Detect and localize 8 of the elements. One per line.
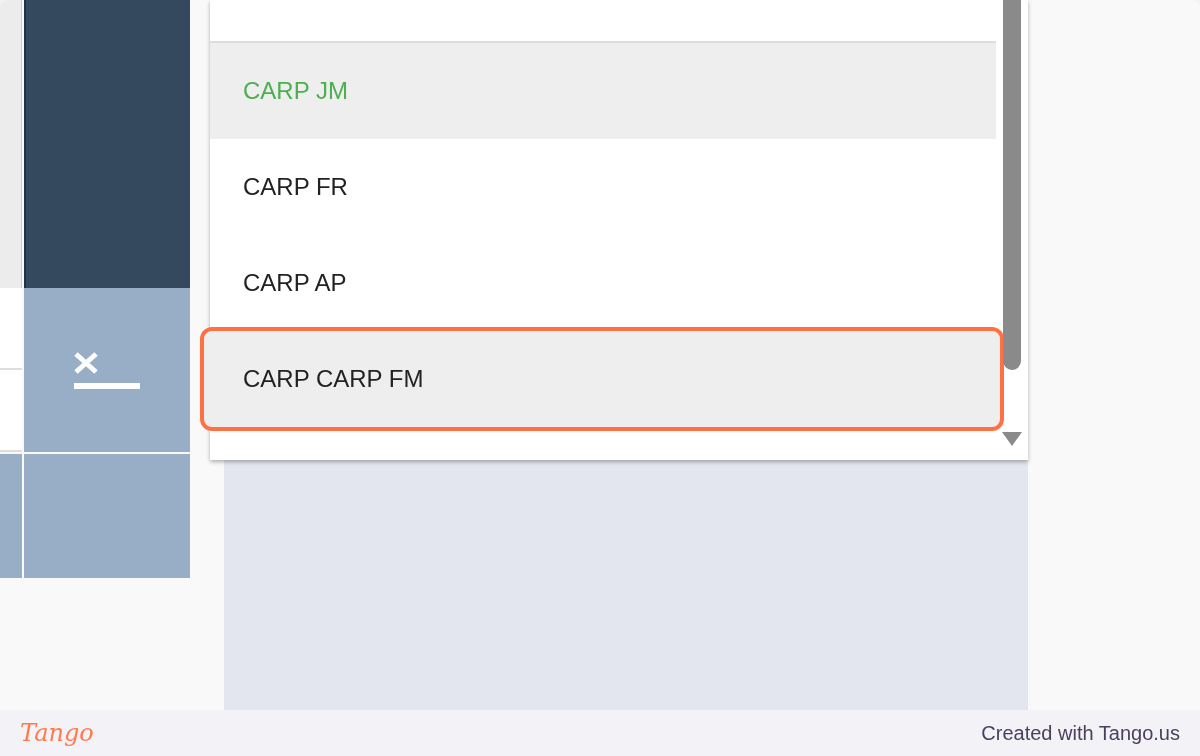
dropdown-option[interactable]: CARP FR	[210, 139, 996, 235]
clear-icon	[72, 350, 142, 390]
scrollbar-thumb[interactable]	[1003, 0, 1021, 370]
clear-button[interactable]	[24, 288, 190, 452]
credit-text: Created with Tango.us	[981, 721, 1180, 746]
dropdown-option[interactable]: CARP AP	[210, 235, 996, 331]
logo: Tango	[20, 718, 94, 749]
scroll-down-icon[interactable]	[1002, 432, 1022, 446]
